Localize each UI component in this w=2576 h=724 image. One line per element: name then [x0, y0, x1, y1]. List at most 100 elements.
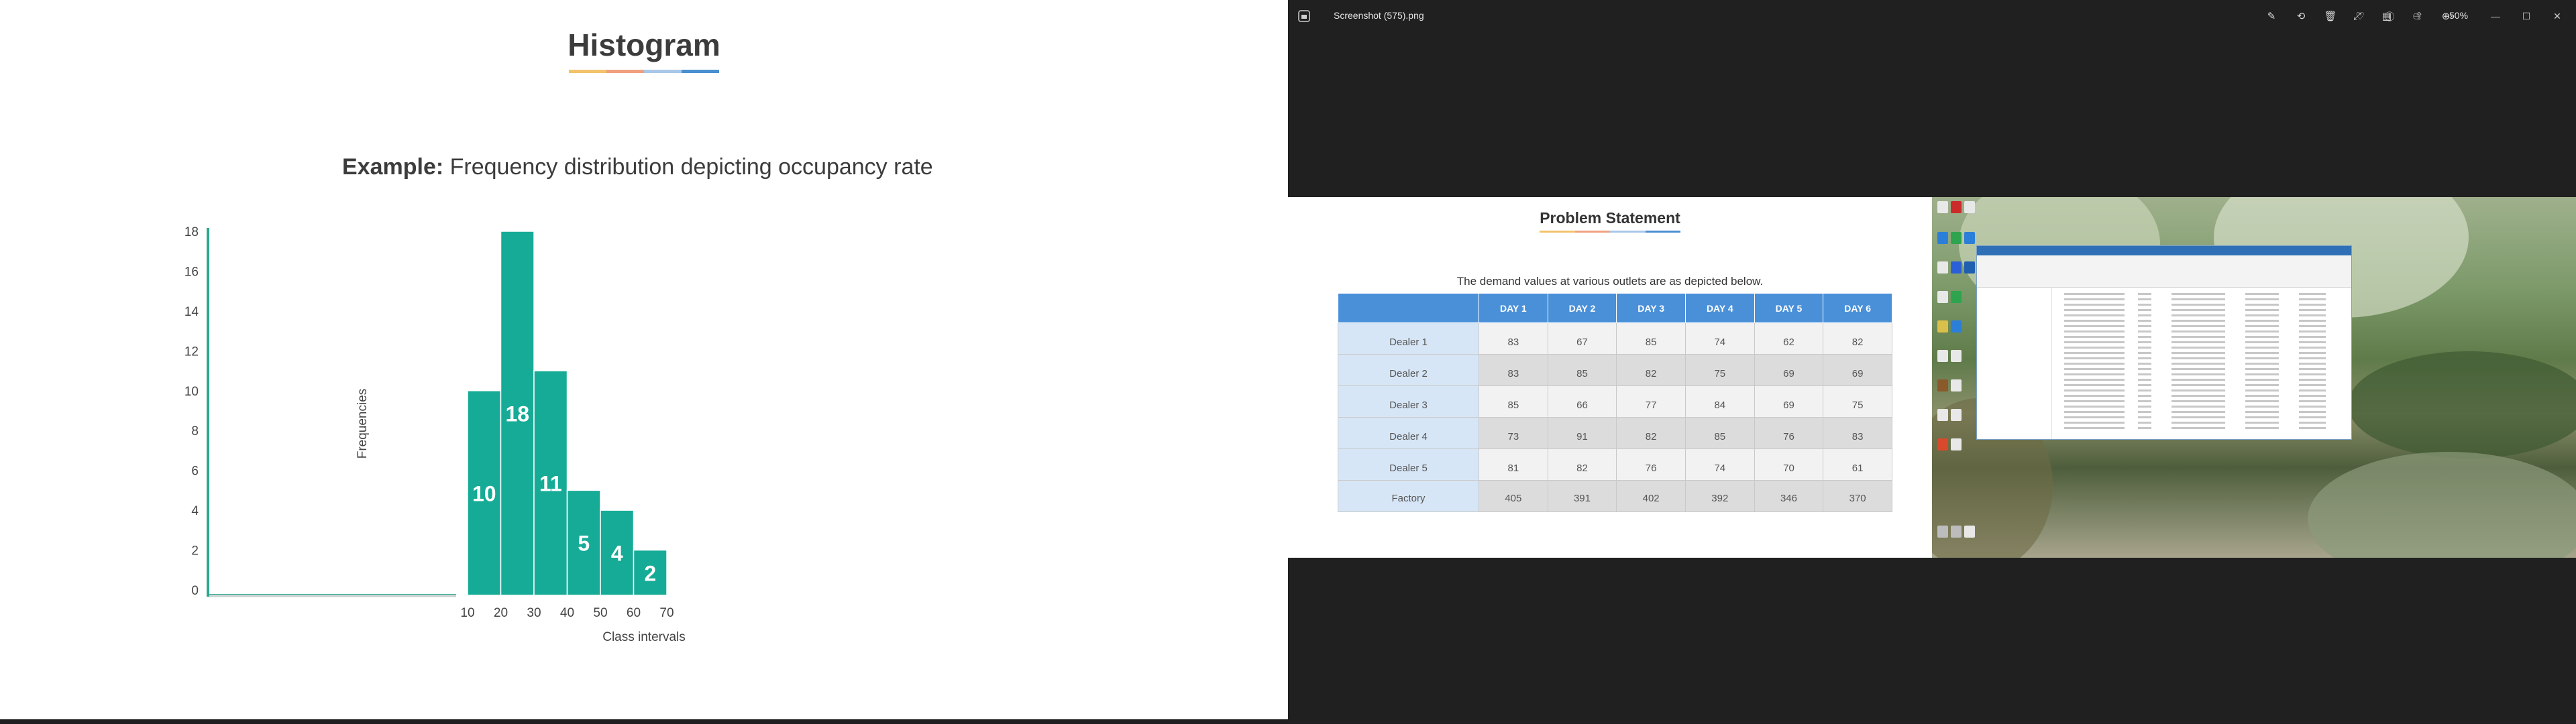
row-label: Dealer 4	[1338, 417, 1479, 449]
file-list-line	[2064, 363, 2125, 365]
file-list-line	[2064, 427, 2125, 429]
file-list-line	[2299, 330, 2326, 333]
table-cell: 405	[1479, 480, 1548, 512]
table-cell: 77	[1616, 385, 1686, 418]
file-list-line	[2299, 320, 2326, 322]
file-list-line	[2064, 395, 2125, 397]
file-list-line	[2299, 298, 2326, 300]
rotate-icon[interactable]: ⟲	[2292, 7, 2310, 25]
file-list-line	[2138, 395, 2151, 397]
file-list-line	[2064, 352, 2125, 354]
file-list-line	[2245, 293, 2279, 295]
file-list-line	[2138, 363, 2151, 365]
desktop-icon	[1951, 438, 1962, 450]
file-list-line	[2245, 427, 2279, 429]
file-list-line	[2299, 304, 2326, 306]
demand-table: DAY 1 DAY 2 DAY 3 DAY 4 DAY 5 DAY 6 Deal…	[1338, 293, 1892, 512]
file-list-line	[2171, 379, 2225, 381]
demand-table-body: Dealer 1 83 67 85 74 62 82 Dealer 2 83 85 82 75 69 69…	[1338, 322, 1892, 512]
file-list-line	[2064, 325, 2125, 327]
file-list-line	[2138, 357, 2151, 359]
desktop-icon	[1964, 201, 1975, 213]
file-list-line	[2064, 357, 2125, 359]
zoom-level[interactable]: 50%	[2449, 10, 2468, 21]
file-list-line	[2171, 422, 2225, 424]
desktop-icon	[1964, 261, 1975, 274]
table-cell: 83	[1823, 417, 1892, 449]
close-button[interactable]: ✕	[2544, 7, 2571, 25]
table-cell: 76	[1616, 448, 1686, 481]
table-cell: 346	[1754, 480, 1824, 512]
filmstrip-icon[interactable]: ▤	[2377, 7, 2396, 25]
fullscreen-icon[interactable]: ⤢	[2348, 7, 2367, 25]
table-cell: 81	[1479, 448, 1548, 481]
file-list-line	[2171, 320, 2225, 322]
table-cell: 82	[1547, 448, 1617, 481]
desktop-icon	[1937, 232, 1948, 244]
y-tick-label: 16	[184, 265, 199, 279]
zoom-out-icon[interactable]: ⊖	[2407, 7, 2426, 25]
table-cell: 70	[1754, 448, 1824, 481]
table-header-cell	[1338, 293, 1479, 323]
maximize-button[interactable]: ☐	[2513, 7, 2540, 25]
factory-row: Factory 405 391 402 392 346 370	[1338, 480, 1892, 512]
displayed-image: Problem Statement The demand values at v…	[1288, 197, 2576, 558]
table-cell: 62	[1754, 322, 1824, 355]
file-list-line	[2171, 416, 2225, 418]
file-list-line	[2299, 416, 2326, 418]
file-list-line	[2299, 411, 2326, 413]
desktop-icon	[1951, 526, 1962, 538]
file-list-line	[2064, 379, 2125, 381]
file-list-line	[2245, 416, 2279, 418]
file-list-line	[2138, 325, 2151, 327]
file-list-line	[2245, 411, 2279, 413]
table-cell: 91	[1547, 417, 1617, 449]
desktop-icon	[1937, 291, 1948, 303]
file-list-line	[2171, 373, 2225, 375]
table-header-row: DAY 1 DAY 2 DAY 3 DAY 4 DAY 5 DAY 6	[1338, 293, 1892, 323]
y-tick-label: 4	[191, 504, 199, 518]
file-list-line	[2299, 314, 2326, 316]
x-axis-title: Class intervals	[602, 630, 686, 644]
file-list-line	[2138, 298, 2151, 300]
explorer-ribbon	[1977, 255, 2351, 288]
x-tick-label: 30	[527, 606, 541, 620]
table-cell: 73	[1479, 417, 1548, 449]
file-list-line	[2064, 304, 2125, 306]
y-tick-label: 8	[191, 424, 199, 438]
file-list-line	[2138, 336, 2151, 338]
file-list-line	[2245, 330, 2279, 333]
table-cell: 82	[1823, 322, 1892, 355]
delete-icon[interactable]: 🗑	[2321, 7, 2340, 25]
file-list-line	[2299, 325, 2326, 327]
file-list-line	[2171, 357, 2225, 359]
table-cell: 83	[1479, 322, 1548, 355]
edit-icon[interactable]: ✎	[2262, 7, 2281, 25]
histogram-slide: Histogram Example: Frequency distributio…	[0, 0, 1288, 724]
table-cell: 85	[1616, 322, 1686, 355]
bar-value-label: 11	[539, 472, 562, 496]
problem-statement-slide: Problem Statement The demand values at v…	[1288, 197, 1932, 558]
file-list-line	[2245, 352, 2279, 354]
file-list-line	[2138, 304, 2151, 306]
table-cell: 85	[1684, 417, 1755, 449]
underline-segment	[1645, 231, 1680, 233]
file-list-line	[2245, 314, 2279, 316]
x-tick-label: 50	[593, 606, 607, 620]
file-list-line	[2064, 336, 2125, 338]
row-label: Dealer 1	[1338, 322, 1479, 355]
x-tick-label: 60	[627, 606, 641, 620]
file-list-line	[2299, 427, 2326, 429]
desktop-icon	[1951, 379, 1962, 391]
minimize-button[interactable]: —	[2482, 7, 2509, 25]
file-list-line	[2138, 416, 2151, 418]
table-cell: 402	[1616, 480, 1686, 512]
file-list-line	[2245, 320, 2279, 322]
file-list-line	[2064, 309, 2125, 311]
file-list-line	[2299, 352, 2326, 354]
file-list-line	[2064, 406, 2125, 408]
row-label: Factory	[1338, 480, 1479, 512]
file-list-line	[2171, 427, 2225, 429]
y-tick-label: 0	[191, 584, 199, 598]
desktop-icon	[1937, 320, 1948, 333]
